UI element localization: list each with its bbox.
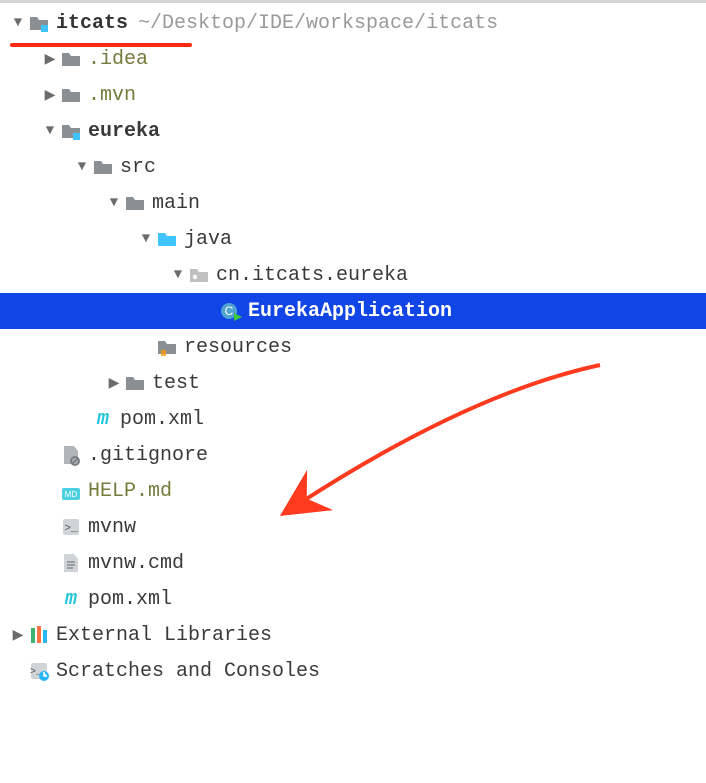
chevron-down-icon[interactable]: ▼ (106, 195, 122, 211)
tree-row-src[interactable]: ▼ src (0, 149, 706, 185)
project-name: itcats (56, 12, 128, 35)
svg-text:>_: >_ (64, 523, 78, 535)
folder-label: eureka (88, 120, 160, 143)
folder-label: main (152, 192, 200, 215)
markdown-file-icon: MD (60, 480, 82, 502)
tree-row-mvnw[interactable]: ▶ >_ mvnw (0, 509, 706, 545)
svg-text:C: C (225, 304, 234, 318)
folder-label: test (152, 372, 200, 395)
project-tree: ▼ itcats ~/Desktop/IDE/workspace/itcats … (0, 5, 706, 689)
chevron-right-icon[interactable]: ▶ (42, 51, 58, 68)
chevron-down-icon[interactable]: ▼ (138, 231, 154, 247)
folder-icon (124, 372, 146, 394)
scratches-icon: >_ (28, 660, 50, 682)
package-icon (188, 264, 210, 286)
tree-row-eureka[interactable]: ▼ eureka (0, 113, 706, 149)
package-label: cn.itcats.eureka (216, 264, 408, 287)
file-label: pom.xml (120, 408, 204, 431)
tree-row-package[interactable]: ▼ cn.itcats.eureka (0, 257, 706, 293)
folder-label: .mvn (88, 84, 136, 107)
tree-row-pom-eureka[interactable]: ▶ m pom.xml (0, 401, 706, 437)
folder-icon (124, 192, 146, 214)
maven-icon: m (60, 588, 82, 610)
chevron-down-icon[interactable]: ▼ (10, 15, 26, 31)
tree-row-main[interactable]: ▼ main (0, 185, 706, 221)
gitignore-file-icon (60, 444, 82, 466)
tree-row-eureka-application[interactable]: ▶ C EurekaApplication (0, 293, 706, 329)
chevron-right-icon[interactable]: ▶ (106, 375, 122, 392)
tree-row-scratches[interactable]: ▶ >_ Scratches and Consoles (0, 653, 706, 689)
tree-row-java[interactable]: ▼ java (0, 221, 706, 257)
project-path: ~/Desktop/IDE/workspace/itcats (138, 12, 498, 35)
source-folder-icon (156, 228, 178, 250)
class-label: EurekaApplication (248, 300, 452, 323)
tree-row-help-md[interactable]: ▶ MD HELP.md (0, 473, 706, 509)
folder-icon (92, 156, 114, 178)
chevron-right-icon[interactable]: ▶ (42, 87, 58, 104)
annotation-underline (10, 43, 192, 47)
tree-row-pom-root[interactable]: ▶ m pom.xml (0, 581, 706, 617)
tree-row-external-libraries[interactable]: ▶ External Libraries (0, 617, 706, 653)
folder-icon (60, 84, 82, 106)
tree-root-row[interactable]: ▼ itcats ~/Desktop/IDE/workspace/itcats (0, 5, 706, 41)
tree-row-mvn[interactable]: ▶ .mvn (0, 77, 706, 113)
library-icon (28, 624, 50, 646)
tree-row-resources[interactable]: ▶ resources (0, 329, 706, 365)
file-label: mvnw (88, 516, 136, 539)
resources-folder-icon (156, 336, 178, 358)
file-label: pom.xml (88, 588, 172, 611)
chevron-down-icon[interactable]: ▼ (42, 123, 58, 139)
folder-label: java (184, 228, 232, 251)
maven-icon: m (92, 408, 114, 430)
text-file-icon (60, 552, 82, 574)
chevron-right-icon[interactable]: ▶ (10, 627, 26, 644)
tree-row-test[interactable]: ▶ test (0, 365, 706, 401)
tree-row-mvnw-cmd[interactable]: ▶ mvnw.cmd (0, 545, 706, 581)
chevron-down-icon[interactable]: ▼ (170, 267, 186, 283)
file-label: mvnw.cmd (88, 552, 184, 575)
folder-label: .idea (88, 48, 148, 71)
svg-text:MD: MD (65, 490, 78, 499)
module-folder-icon (28, 12, 50, 34)
java-class-run-icon: C (220, 300, 242, 322)
file-label: HELP.md (88, 480, 172, 503)
file-label: .gitignore (88, 444, 208, 467)
folder-label: src (120, 156, 156, 179)
module-folder-icon (60, 120, 82, 142)
folder-icon (60, 48, 82, 70)
section-label: Scratches and Consoles (56, 660, 320, 683)
chevron-down-icon[interactable]: ▼ (74, 159, 90, 175)
folder-label: resources (184, 336, 292, 359)
tree-row-gitignore[interactable]: ▶ .gitignore (0, 437, 706, 473)
section-label: External Libraries (56, 624, 272, 647)
shell-file-icon: >_ (60, 516, 82, 538)
